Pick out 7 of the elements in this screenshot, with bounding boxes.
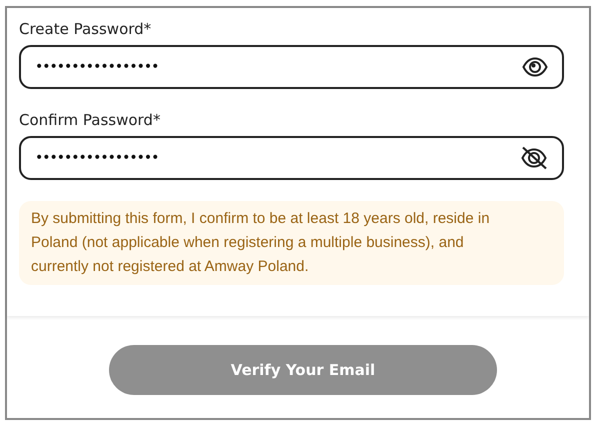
field-label: Confirm Password* <box>19 111 162 129</box>
eye-icon[interactable] <box>522 57 548 77</box>
eye-slash-icon[interactable] <box>520 146 548 170</box>
age-confirmation-notice: By submitting this form, I confirm to be at least 18 years old, reside in Poland (not applicable when registering a multiple business), and currently not registered at Amway Poland. <box>19 201 564 285</box>
field-label: Create Password* <box>19 20 152 38</box>
password-field[interactable]: ••••••••••••••••• <box>19 136 564 180</box>
password-field[interactable]: ••••••••••••••••• <box>19 45 564 89</box>
